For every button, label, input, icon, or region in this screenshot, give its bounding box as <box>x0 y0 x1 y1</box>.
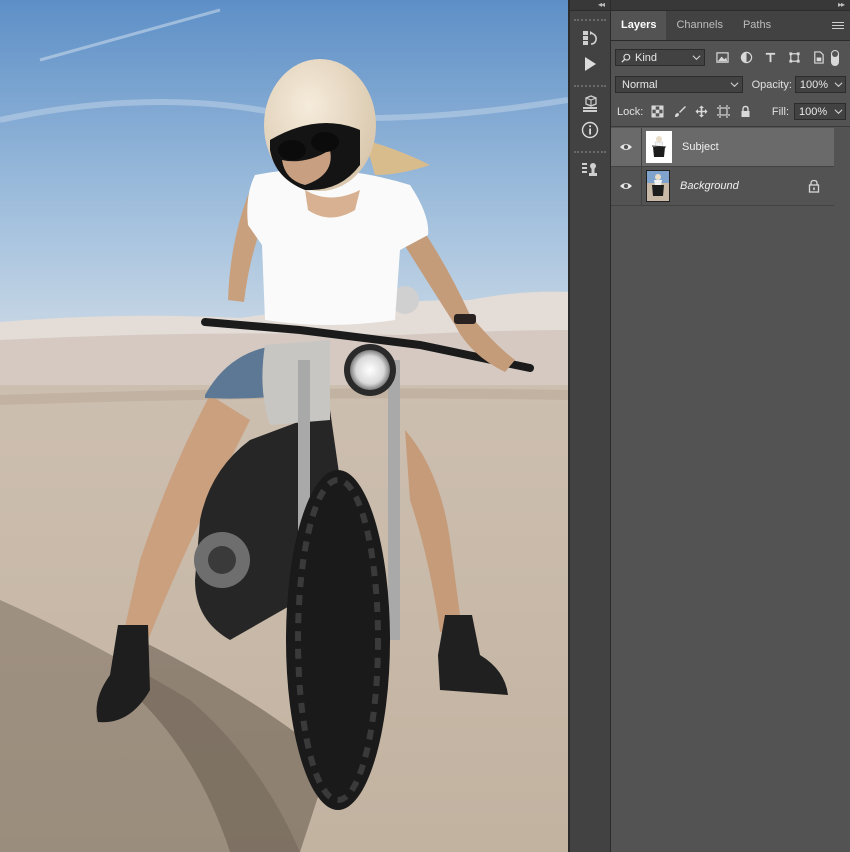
info-button[interactable] <box>574 117 606 143</box>
chevron-down-icon <box>730 82 739 88</box>
move-icon <box>695 105 708 118</box>
collapse-panel-button[interactable]: ▸▸ <box>611 0 850 11</box>
layer-row-subject[interactable]: Subject <box>611 128 834 167</box>
collapse-dock-button[interactable]: ◂◂ <box>570 0 610 11</box>
blend-mode-select[interactable]: Normal <box>615 76 743 93</box>
visibility-toggle[interactable] <box>611 128 642 166</box>
eye-icon <box>620 183 632 189</box>
panel-menu-icon[interactable] <box>832 20 844 30</box>
document-canvas[interactable] <box>0 0 568 852</box>
lock-all-button[interactable] <box>737 104 753 120</box>
eye-icon <box>620 144 632 150</box>
fill-value: 100% <box>799 105 828 118</box>
smart-object-icon <box>813 51 824 64</box>
filter-type-button[interactable] <box>761 49 779 67</box>
brush-icon <box>674 106 686 117</box>
lock-icons <box>649 104 753 120</box>
image-icon <box>715 52 729 63</box>
layer-name-subject: Subject <box>682 141 719 153</box>
opacity-field[interactable]: 100% <box>794 76 846 93</box>
lock-row: Lock: Fill: 100% <box>611 98 850 125</box>
subject-thumbnail-image <box>648 133 670 161</box>
filter-adjustment-button[interactable] <box>737 49 755 67</box>
filter-toggle[interactable] <box>831 49 839 66</box>
adjustment-icon <box>740 51 752 64</box>
panel-tabs: Layers Channels Paths <box>611 11 850 41</box>
filter-shape-button[interactable] <box>785 49 803 67</box>
tab-paths[interactable]: Paths <box>733 11 781 40</box>
filter-row: Kind <box>611 44 850 71</box>
chevron-down-icon <box>834 82 843 88</box>
lock-artboard-button[interactable] <box>715 104 731 120</box>
lock-label: Lock: <box>617 105 644 118</box>
tab-layers[interactable]: Layers <box>611 11 667 40</box>
layers-list: Subject Background <box>611 128 834 206</box>
tab-channels[interactable]: Channels <box>666 11 732 40</box>
lock-icon <box>808 179 820 193</box>
search-icon <box>621 53 631 63</box>
filter-pixel-button[interactable] <box>713 49 731 67</box>
layers-separator <box>611 126 850 127</box>
layer-thumbnail-background <box>646 170 670 202</box>
collapsed-panel-dock: ◂◂ <box>570 0 611 852</box>
tool-group-1 <box>574 19 606 77</box>
filter-smart-object-button[interactable] <box>809 49 827 67</box>
history-icon <box>583 31 597 45</box>
opacity-label: Opacity: <box>751 78 792 91</box>
lock-icon <box>741 105 750 117</box>
3d-button[interactable] <box>574 91 606 117</box>
visibility-toggle[interactable] <box>611 167 642 205</box>
3d-cube-icon <box>583 95 597 112</box>
opacity-value: 100% <box>799 78 829 91</box>
layer-thumbnail-subject <box>646 131 672 163</box>
blend-mode-value: Normal <box>622 78 658 91</box>
fill-field[interactable]: 100% <box>794 103 846 120</box>
filter-kind-select[interactable]: Kind <box>615 49 705 66</box>
background-thumbnail-image <box>647 171 669 201</box>
chevron-down-icon <box>692 55 701 61</box>
layer-row-background[interactable]: Background <box>611 167 834 206</box>
tool-group-3 <box>574 151 606 183</box>
fill-label: Fill: <box>771 105 789 118</box>
lock-image-pixels-button[interactable] <box>671 104 687 120</box>
motorcycle-photo <box>0 0 568 852</box>
lock-transparent-button[interactable] <box>649 104 665 120</box>
type-icon <box>765 52 775 63</box>
checkerboard-icon <box>651 105 664 118</box>
layer-name-background: Background <box>680 180 739 192</box>
blend-row: Normal Opacity: 100% <box>611 71 850 98</box>
artboard-icon <box>716 105 730 118</box>
clone-source-icon <box>582 163 597 176</box>
filter-icons <box>713 49 827 67</box>
play-icon <box>585 57 596 71</box>
shape-icon <box>788 52 800 63</box>
info-icon <box>581 121 599 139</box>
actions-button[interactable] <box>574 51 606 77</box>
clone-source-button[interactable] <box>574 157 606 183</box>
lock-position-button[interactable] <box>693 104 709 120</box>
history-button[interactable] <box>574 25 606 51</box>
layers-panel: ▸▸ Layers Channels Paths Kind Normal Opa… <box>611 0 850 852</box>
filter-kind-value: Kind <box>635 51 658 64</box>
tool-group-2 <box>574 85 606 143</box>
chevron-down-icon <box>834 109 843 115</box>
